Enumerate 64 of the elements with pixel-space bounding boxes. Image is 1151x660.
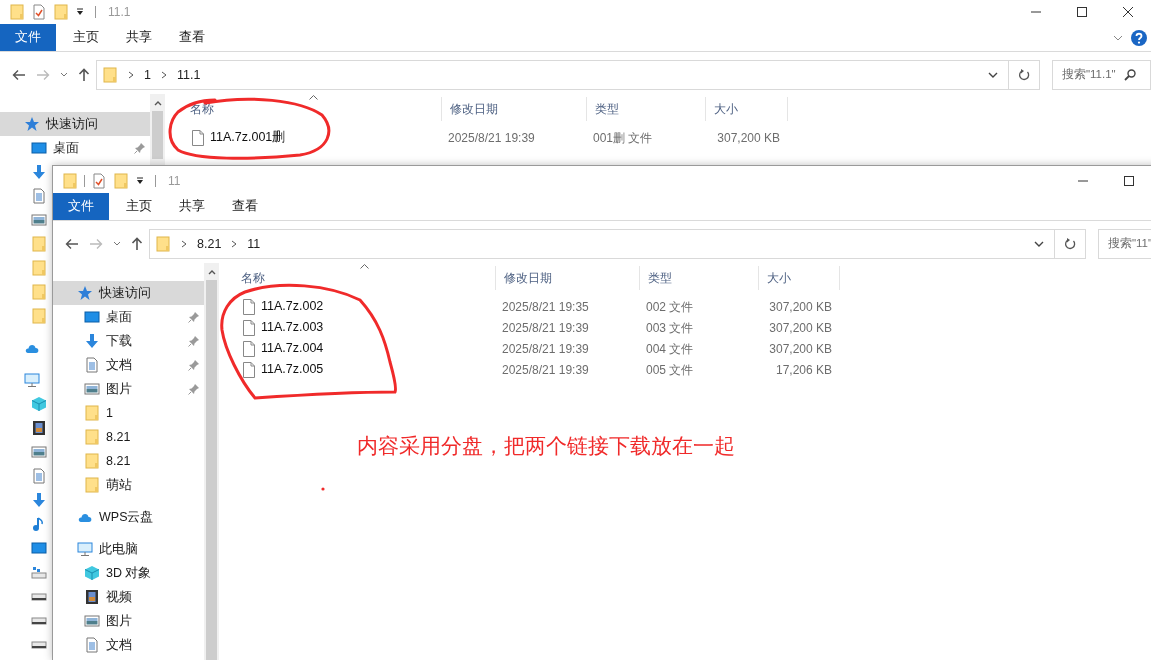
table-cell-text: 2025/8/21 19:39 [501,319,590,337]
column-header[interactable]: 名称 [182,97,441,121]
table-cell-text: 002 文件 [645,298,695,316]
table-cell-text: 17,206 KB [774,361,833,379]
table-cell-text: 001删 文件 [592,129,654,147]
breadcrumb-segment[interactable]: 11.1 [176,65,201,85]
ribbon-tab[interactable]: 共享 [165,193,218,220]
column-header[interactable]: 类型 [586,97,705,121]
file-name[interactable]: 11A.7z.002 [261,297,324,316]
nav-item[interactable]: 桌面 [0,136,150,160]
ribbon-tab[interactable]: 查看 [218,193,271,220]
breadcrumb-segment[interactable]: 8.21 [197,234,222,254]
nav-item[interactable]: 此电脑 [53,537,204,561]
column-header[interactable]: 名称 [233,266,495,290]
table-cell-text: 2025/8/21 19:35 [501,298,590,316]
ribbon-tab[interactable]: 主页 [59,24,112,51]
column-header[interactable]: 大小 [758,266,839,290]
nav-item[interactable]: 萌站 [53,473,204,497]
nav-item[interactable]: WPS云盘 [53,505,204,529]
nav-item[interactable]: 3D 对象 [53,561,204,585]
nav-item[interactable]: 文档 [53,633,204,657]
column-header[interactable]: 大小 [705,97,787,121]
nav-item[interactable]: 快速访问 [0,112,150,136]
window-title: 11.1 [108,4,131,21]
breadcrumb-segment[interactable]: 11 [247,234,261,254]
nav-item[interactable]: 1 [53,401,204,425]
nav-item[interactable]: 图片 [53,377,204,401]
file-name[interactable]: 11A.7z.005 [261,360,324,379]
file-name[interactable]: 11A.7z.004 [261,339,324,358]
table-cell-text: 005 文件 [645,361,695,379]
table-cell-text: 004 文件 [645,340,695,358]
nav-item[interactable]: 8.21 [53,425,204,449]
table-cell-text: 2025/8/21 19:39 [501,340,590,358]
breadcrumb-segment[interactable]: 1 [144,65,151,85]
ribbon-tab[interactable]: 主页 [112,193,165,220]
search-field[interactable]: 搜索"11" [1098,229,1151,259]
table-cell-text: 2025/8/21 19:39 [447,129,536,147]
ribbon-tab[interactable]: 查看 [165,24,218,51]
ribbon-tab[interactable]: 共享 [112,24,165,51]
column-header[interactable]: 修改日期 [441,97,586,121]
table-cell-text: 307,200 KB [768,319,833,337]
search-field[interactable]: 搜索"11.1" [1052,60,1151,90]
annotation-text: 内容采用分盘，把两个链接下载放在一起 [357,433,735,459]
table-cell-text: 307,200 KB [716,129,781,147]
file-name[interactable]: 11A.7z.001删 [210,128,286,147]
nav-item[interactable]: 下载 [53,329,204,353]
ribbon-tab[interactable]: 文件 [0,24,56,51]
nav-item[interactable]: 视频 [53,585,204,609]
table-cell-text: 307,200 KB [768,298,833,316]
column-header[interactable]: 修改日期 [495,266,639,290]
table-cell-text: 003 文件 [645,319,695,337]
table-cell-text: 307,200 KB [768,340,833,358]
nav-item[interactable]: 图片 [53,609,204,633]
column-header[interactable]: 类型 [639,266,758,290]
nav-item[interactable]: 快速访问 [53,281,204,305]
address-bar[interactable]: 1 11.1 [96,60,1010,90]
ribbon-tab[interactable]: 文件 [53,193,109,220]
window-title: 11 [168,173,181,190]
address-bar[interactable]: 8.21 11 [149,229,1055,259]
nav-item[interactable]: 文档 [53,353,204,377]
nav-item[interactable]: 桌面 [53,305,204,329]
file-name[interactable]: 11A.7z.003 [261,318,324,337]
table-cell-text: 2025/8/21 19:39 [501,361,590,379]
nav-item[interactable]: 8.21 [53,449,204,473]
